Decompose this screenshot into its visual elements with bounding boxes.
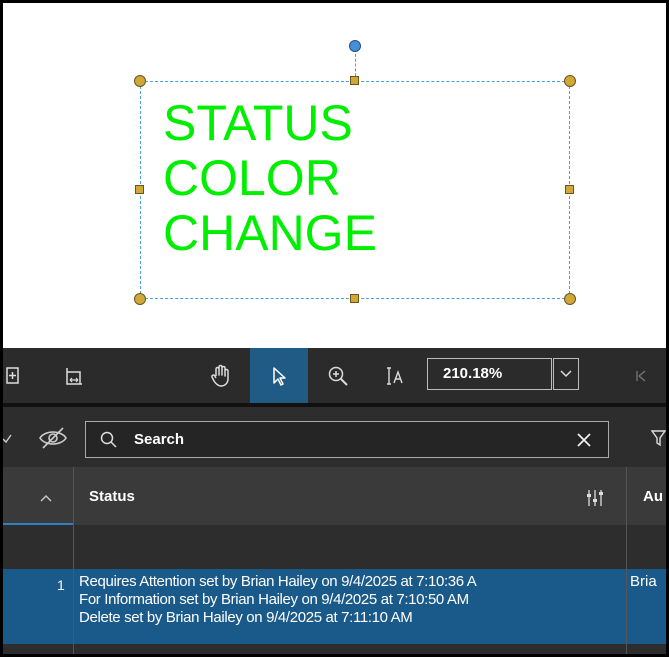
table-row-empty [3,525,666,569]
zoom-in-icon[interactable] [321,348,355,403]
page-extract-icon[interactable] [3,348,23,403]
column-settings-icon[interactable] [586,489,604,507]
pan-hand-icon[interactable] [201,348,241,403]
search-input[interactable]: Search [134,431,184,448]
text-select-icon[interactable] [380,348,412,403]
toolbar: 210.18% [3,348,666,403]
app-window: STATUS COLOR CHANGE 210.18% Search Statu… [0,0,669,657]
table-row[interactable]: 1 Requires Attention set by Brian Hailey… [3,569,666,644]
page-resize-icon[interactable] [59,348,89,403]
markups-list-panel: Search Status Au 1 Requires Attention se… [2,407,666,654]
resize-handle-bottom-left[interactable] [134,293,146,305]
resize-handle-bottom[interactable] [350,294,359,303]
resize-handle-right[interactable] [565,185,574,194]
resize-handle-top-left[interactable] [134,75,146,87]
document-canvas[interactable]: STATUS COLOR CHANGE [3,3,666,348]
column-header-status[interactable]: Status [89,488,135,505]
resize-handle-top[interactable] [350,76,359,85]
hide-visibility-icon[interactable] [37,425,71,451]
column-divider[interactable] [626,467,627,654]
first-page-icon[interactable] [633,348,649,403]
filter-icon[interactable] [651,429,666,447]
resize-handle-top-right[interactable] [564,75,576,87]
status-cell: Requires Attention set by Brian Hailey o… [79,573,627,627]
chevron-down-icon [560,370,572,378]
resize-handle-left[interactable] [135,185,144,194]
search-icon [100,431,117,448]
chevron-up-icon [40,495,52,502]
zoom-level-input[interactable]: 210.18% [427,358,552,390]
table-header: Status Au [3,467,666,525]
status-line: Requires Attention set by Brian Hailey o… [79,573,477,590]
rotation-handle[interactable] [349,40,361,52]
column-divider[interactable] [73,467,74,654]
status-stamp-text[interactable]: STATUS COLOR CHANGE [163,96,377,261]
zoom-dropdown-button[interactable] [553,358,579,390]
checkmark-icon[interactable] [2,427,15,447]
search-field[interactable]: Search [85,421,609,458]
close-icon[interactable] [576,432,592,448]
status-line: For Information set by Brian Hailey on 9… [79,591,469,608]
status-line: Delete set by Brian Hailey on 9/4/2025 a… [79,609,413,626]
select-arrow-icon[interactable] [250,348,308,403]
column-header-author[interactable]: Au [643,488,663,505]
row-number: 1 [57,577,65,593]
resize-handle-bottom-right[interactable] [564,293,576,305]
author-cell: Bria [630,573,657,590]
table-row-empty [3,644,666,654]
sort-column-header[interactable] [3,467,73,525]
search-bar-row: Search [2,407,666,467]
